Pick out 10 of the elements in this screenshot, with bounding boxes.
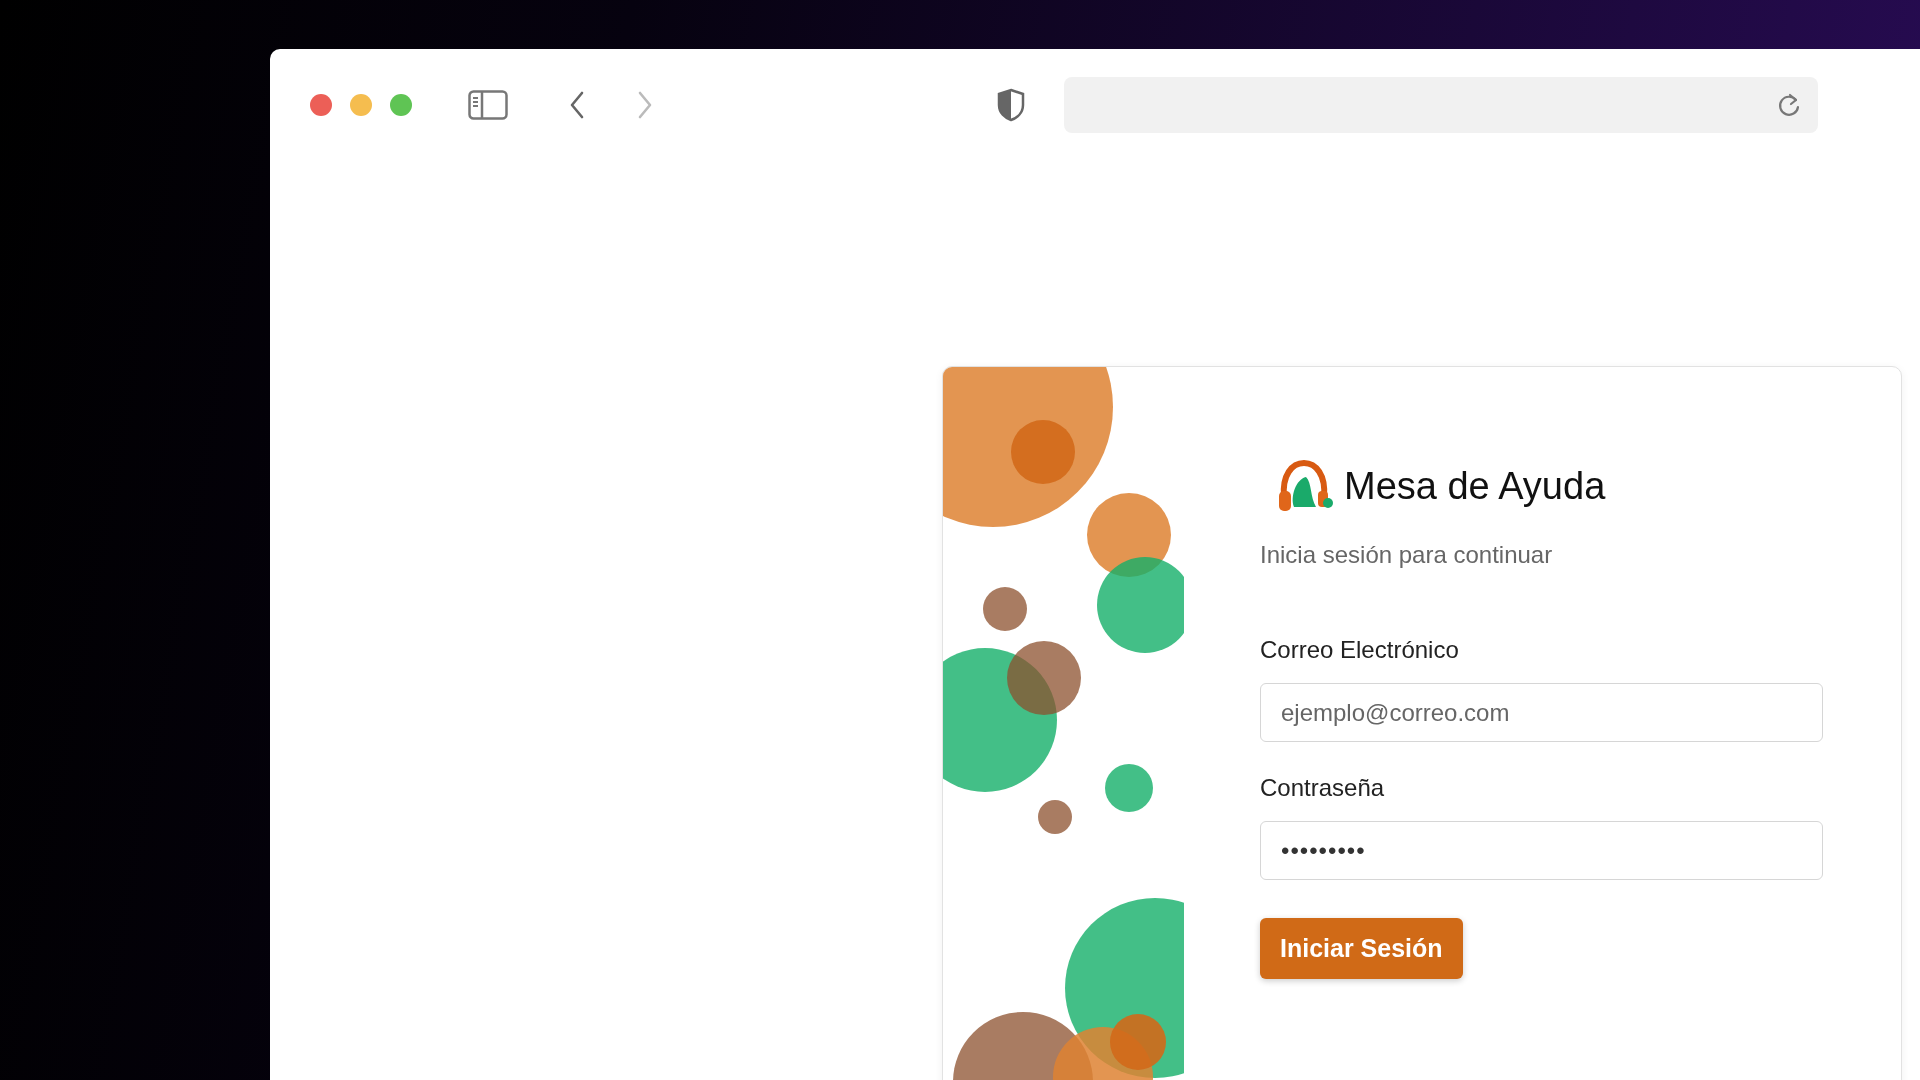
login-subtitle: Inicia sesión para continuar: [1260, 541, 1554, 569]
app-title: Mesa de Ayuda: [1344, 464, 1606, 508]
minimize-window-button[interactable]: [350, 93, 372, 116]
login-button[interactable]: Iniciar Sesión: [1260, 918, 1463, 979]
maximize-window-button[interactable]: [390, 93, 412, 116]
password-field[interactable]: •••••••••: [1260, 821, 1823, 880]
field-label: Contraseña: [1260, 774, 1386, 802]
close-window-button[interactable]: [310, 93, 332, 116]
email-field[interactable]: ejemplo@correo.com: [1260, 683, 1823, 742]
field-label: Correo Electrónico: [1260, 636, 1460, 664]
